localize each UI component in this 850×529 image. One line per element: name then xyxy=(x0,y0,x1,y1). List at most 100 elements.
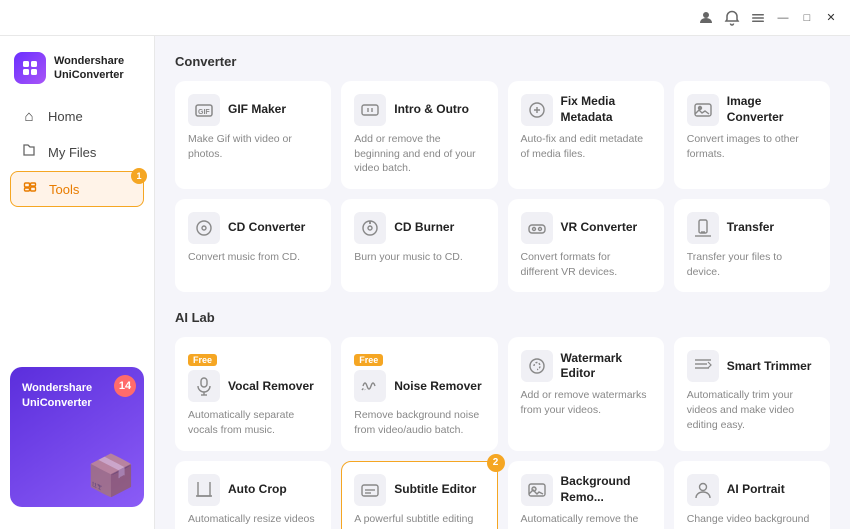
minimize-button[interactable]: — xyxy=(776,11,790,25)
watermark-editor-icon xyxy=(521,350,553,382)
sidebar-item-my-files[interactable]: My Files xyxy=(10,135,144,169)
tools-badge: 1 xyxy=(131,168,147,184)
image-converter-name: Image Converter xyxy=(727,94,817,125)
cd-converter-icon xyxy=(188,212,220,244)
close-button[interactable]: ✕ xyxy=(824,11,838,25)
section-ailab-label: AI Lab xyxy=(175,310,830,325)
files-icon xyxy=(20,143,38,161)
logo-icon xyxy=(14,52,46,84)
auto-crop-name: Auto Crop xyxy=(228,482,287,498)
free-badge-noise: Free xyxy=(354,354,383,366)
svg-text:GIF: GIF xyxy=(198,109,210,116)
background-remover-desc: Automatically remove the background from… xyxy=(521,512,651,529)
tool-card-subtitle-editor[interactable]: 2 Subtitle Editor A powerful subtitle ed… xyxy=(341,461,497,529)
vocal-remover-name: Vocal Remover xyxy=(228,379,314,395)
free-badge-vocal: Free xyxy=(188,354,217,366)
sidebar-nav: ⌂ Home My Files 1 xyxy=(0,100,154,207)
sidebar: Wondershare UniConverter ⌂ Home My Files… xyxy=(0,36,155,529)
promo-title-line2: UniConverter xyxy=(22,396,132,411)
image-converter-icon xyxy=(687,94,719,126)
tool-card-vocal-remover[interactable]: Free Vocal Remover Automatically separat… xyxy=(175,337,331,450)
subtitle-step-badge: 2 xyxy=(487,454,505,472)
tool-card-cd-burner[interactable]: CD Burner Burn your music to CD. xyxy=(341,199,497,292)
tool-card-transfer[interactable]: Transfer Transfer your files to device. xyxy=(674,199,830,292)
promo-decoration: 📦 xyxy=(86,452,136,499)
cd-converter-name: CD Converter xyxy=(228,220,305,236)
titlebar: — □ ✕ xyxy=(0,0,850,36)
fix-media-desc: Auto-fix and edit metadate of media file… xyxy=(521,132,651,161)
transfer-name: Transfer xyxy=(727,220,774,236)
main-content: Converter GIF GIF Maker Make Gif with vi… xyxy=(155,36,850,529)
watermark-editor-desc: Add or remove watermarks from your video… xyxy=(521,388,651,417)
intro-outro-icon xyxy=(354,94,386,126)
subtitle-editor-icon xyxy=(354,474,386,506)
app-logo: Wondershare UniConverter xyxy=(0,48,154,100)
background-remover-icon xyxy=(521,474,553,506)
watermark-editor-name: Watermark Editor xyxy=(561,351,651,382)
gif-maker-name: GIF Maker xyxy=(228,102,286,118)
sidebar-item-home[interactable]: ⌂ Home xyxy=(10,100,144,133)
tools-icon xyxy=(21,180,39,198)
tool-card-watermark-editor[interactable]: Watermark Editor Add or remove watermark… xyxy=(508,337,664,450)
image-converter-desc: Convert images to other formats. xyxy=(687,132,817,161)
tool-card-cd-converter[interactable]: CD Converter Convert music from CD. xyxy=(175,199,331,292)
smart-trimmer-icon xyxy=(687,350,719,382)
tool-card-gif-maker[interactable]: GIF GIF Maker Make Gif with video or pho… xyxy=(175,81,331,189)
maximize-button[interactable]: □ xyxy=(800,11,814,25)
vr-converter-name: VR Converter xyxy=(561,220,638,236)
ai-portrait-icon xyxy=(687,474,719,506)
tool-card-auto-crop[interactable]: Auto Crop Automatically resize videos fo… xyxy=(175,461,331,529)
cd-burner-icon xyxy=(354,212,386,244)
tool-card-smart-trimmer[interactable]: Smart Trimmer Automatically trim your vi… xyxy=(674,337,830,450)
ai-portrait-name: AI Portrait xyxy=(727,482,785,498)
cd-burner-desc: Burn your music to CD. xyxy=(354,250,484,265)
tool-card-background-remover[interactable]: Background Remo... Automatically remove … xyxy=(508,461,664,529)
promo-card[interactable]: 14 Wondershare UniConverter 📦 xyxy=(10,367,144,507)
vr-converter-icon xyxy=(521,212,553,244)
tool-card-intro-outro[interactable]: Intro & Outro Add or remove the beginnin… xyxy=(341,81,497,189)
smart-trimmer-name: Smart Trimmer xyxy=(727,359,812,375)
tool-card-fix-media[interactable]: Fix Media Metadata Auto-fix and edit met… xyxy=(508,81,664,189)
home-icon: ⌂ xyxy=(20,108,38,125)
section-converter-label: Converter xyxy=(175,54,830,69)
noise-remover-name: Noise Remover xyxy=(394,379,481,395)
vocal-remover-icon xyxy=(188,370,220,402)
gif-maker-desc: Make Gif with video or photos. xyxy=(188,132,318,161)
gif-maker-icon: GIF xyxy=(188,94,220,126)
main-layout: Wondershare UniConverter ⌂ Home My Files… xyxy=(0,36,850,529)
fix-media-icon xyxy=(521,94,553,126)
ailab-grid: Free Vocal Remover Automatically separat… xyxy=(175,337,830,529)
tool-card-ai-portrait[interactable]: AI Portrait Change video background with… xyxy=(674,461,830,529)
transfer-desc: Transfer your files to device. xyxy=(687,250,817,279)
sidebar-item-home-label: Home xyxy=(48,109,83,124)
bell-icon[interactable] xyxy=(724,10,740,26)
cd-burner-name: CD Burner xyxy=(394,220,454,236)
ai-portrait-desc: Change video background with AI. xyxy=(687,512,817,529)
vr-converter-desc: Convert formats for different VR devices… xyxy=(521,250,651,279)
menu-icon[interactable] xyxy=(750,10,766,26)
tool-card-vr-converter[interactable]: VR Converter Convert formats for differe… xyxy=(508,199,664,292)
titlebar-controls: — □ ✕ xyxy=(698,10,838,26)
sidebar-item-myfiles-label: My Files xyxy=(48,145,96,160)
promo-version-badge: 14 xyxy=(114,375,136,397)
noise-remover-desc: Remove background noise from video/audio… xyxy=(354,408,484,437)
sidebar-item-tools-label: Tools xyxy=(49,182,79,197)
transfer-icon xyxy=(687,212,719,244)
fix-media-name: Fix Media Metadata xyxy=(561,94,651,125)
noise-remover-icon xyxy=(354,370,386,402)
user-icon[interactable] xyxy=(698,10,714,26)
intro-outro-name: Intro & Outro xyxy=(394,102,469,118)
auto-crop-desc: Automatically resize videos for differen… xyxy=(188,512,318,529)
intro-outro-desc: Add or remove the beginning and end of y… xyxy=(354,132,484,176)
tool-card-noise-remover[interactable]: Free Noise Remover Remove background noi… xyxy=(341,337,497,450)
tool-card-image-converter[interactable]: Image Converter Convert images to other … xyxy=(674,81,830,189)
smart-trimmer-desc: Automatically trim your videos and make … xyxy=(687,388,817,432)
logo-text: Wondershare UniConverter xyxy=(54,54,124,83)
auto-crop-icon xyxy=(188,474,220,506)
subtitle-editor-desc: A powerful subtitle editing tool. xyxy=(354,512,484,529)
vocal-remover-desc: Automatically separate vocals from music… xyxy=(188,408,318,437)
converter-grid: GIF GIF Maker Make Gif with video or pho… xyxy=(175,81,830,292)
sidebar-item-tools[interactable]: 1 Tools xyxy=(10,171,144,207)
cd-converter-desc: Convert music from CD. xyxy=(188,250,318,265)
background-remover-name: Background Remo... xyxy=(561,474,651,505)
